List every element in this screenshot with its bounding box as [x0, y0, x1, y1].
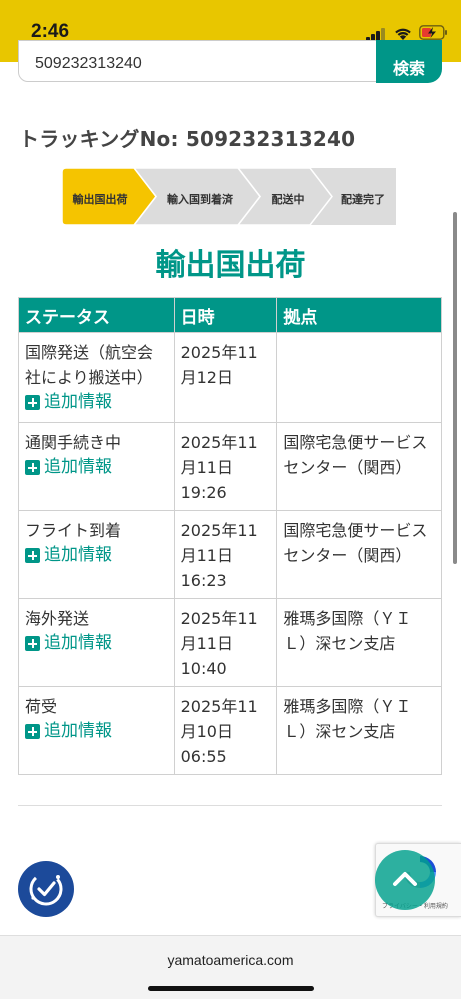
status-cell: フライト到着 追加情報 — [18, 510, 175, 599]
additional-info-label: 追加情報 — [44, 633, 112, 653]
table-row: 荷受 追加情報 2025年11月10日 06:55 雅瑪多国際（ＹＩＬ）深セン支… — [18, 686, 442, 775]
step-label-3: 配送中 — [271, 193, 305, 206]
step-label-1: 輸出国出荷 — [72, 193, 128, 206]
progress-steps: 輸出国出荷 輸入国到着済 配送中 配達完了 — [62, 168, 396, 225]
datetime-cell: 2025年11月11日 16:23 — [173, 510, 278, 599]
plus-square-icon — [25, 548, 40, 563]
search-button[interactable]: 検索 — [376, 40, 442, 83]
additional-info-link[interactable]: 追加情報 — [25, 455, 112, 480]
current-status-heading: 輸出国出荷 — [155, 248, 306, 283]
additional-info-label: 追加情報 — [44, 721, 112, 741]
plus-square-icon — [25, 724, 40, 739]
chevron-up-icon — [393, 872, 417, 886]
datetime-cell: 2025年11月12日 — [173, 332, 278, 423]
accessibility-icon — [29, 872, 63, 906]
back-to-top-button[interactable] — [375, 850, 435, 910]
step-label-2: 輸入国到着済 — [167, 193, 233, 206]
status-text: 荷受 — [25, 697, 58, 716]
status-text: フライト到着 — [25, 521, 122, 540]
browser-url[interactable]: yamatoamerica.com — [0, 952, 461, 968]
location-cell: 雅瑪多国際（ＹＩＬ）深セン支店 — [276, 686, 442, 775]
datetime-cell: 2025年11月11日 19:26 — [173, 422, 278, 511]
status-text: 国際発送（航空会社により搬送中） — [25, 343, 154, 387]
plus-square-icon — [25, 395, 40, 410]
status-cell: 荷受 追加情報 — [18, 686, 175, 775]
content-divider — [18, 805, 442, 806]
wifi-icon — [395, 28, 411, 40]
tracking-search-input[interactable]: 509232313240 — [18, 40, 380, 82]
table-row: 海外発送 追加情報 2025年11月11日 10:40 雅瑪多国際（ＹＩＬ）深セ… — [18, 598, 442, 687]
status-cell: 通関手続き中 追加情報 — [18, 422, 175, 511]
status-text: 通関手続き中 — [25, 433, 122, 452]
header-location: 拠点 — [276, 297, 442, 333]
additional-info-link[interactable]: 追加情報 — [25, 631, 112, 656]
plus-square-icon — [25, 636, 40, 651]
additional-info-link[interactable]: 追加情報 — [25, 390, 112, 415]
tracking-table: ステータス 日時 拠点 国際発送（航空会社により搬送中） 追加情報 2025年1… — [18, 297, 442, 775]
table-row: 通関手続き中 追加情報 2025年11月11日 19:26 国際宅急便サービスセ… — [18, 422, 442, 511]
location-cell: 国際宅急便サービスセンター（関西） — [276, 510, 442, 599]
datetime-cell: 2025年11月11日 10:40 — [173, 598, 278, 687]
tracking-number-title: トラッキングNo: 509232313240 — [19, 127, 356, 151]
table-row: フライト到着 追加情報 2025年11月11日 16:23 国際宅急便サービスセ… — [18, 510, 442, 599]
header-status: ステータス — [18, 297, 175, 333]
status-text: 海外発送 — [25, 609, 90, 628]
location-cell: 国際宅急便サービスセンター（関西） — [276, 422, 442, 511]
accessibility-button[interactable] — [18, 861, 74, 917]
plus-square-icon — [25, 460, 40, 475]
additional-info-label: 追加情報 — [44, 457, 112, 477]
browser-address-bar[interactable]: yamatoamerica.com — [0, 935, 461, 999]
additional-info-link[interactable]: 追加情報 — [25, 719, 112, 744]
status-cell: 海外発送 追加情報 — [18, 598, 175, 687]
table-header-row: ステータス 日時 拠点 — [18, 297, 442, 333]
additional-info-label: 追加情報 — [44, 545, 112, 565]
status-cell: 国際発送（航空会社により搬送中） 追加情報 — [18, 332, 175, 423]
header-datetime: 日時 — [173, 297, 278, 333]
step-label-4: 配達完了 — [341, 193, 385, 206]
home-indicator — [148, 986, 314, 991]
battery-charging-icon — [419, 25, 447, 40]
table-row: 国際発送（航空会社により搬送中） 追加情報 2025年11月12日 — [18, 332, 442, 423]
location-cell: 雅瑪多国際（ＹＩＬ）深セン支店 — [276, 598, 442, 687]
scrollbar[interactable] — [453, 212, 457, 564]
additional-info-link[interactable]: 追加情報 — [25, 543, 112, 568]
additional-info-label: 追加情報 — [44, 392, 112, 412]
datetime-cell: 2025年11月10日 06:55 — [173, 686, 278, 775]
location-cell — [276, 332, 442, 423]
